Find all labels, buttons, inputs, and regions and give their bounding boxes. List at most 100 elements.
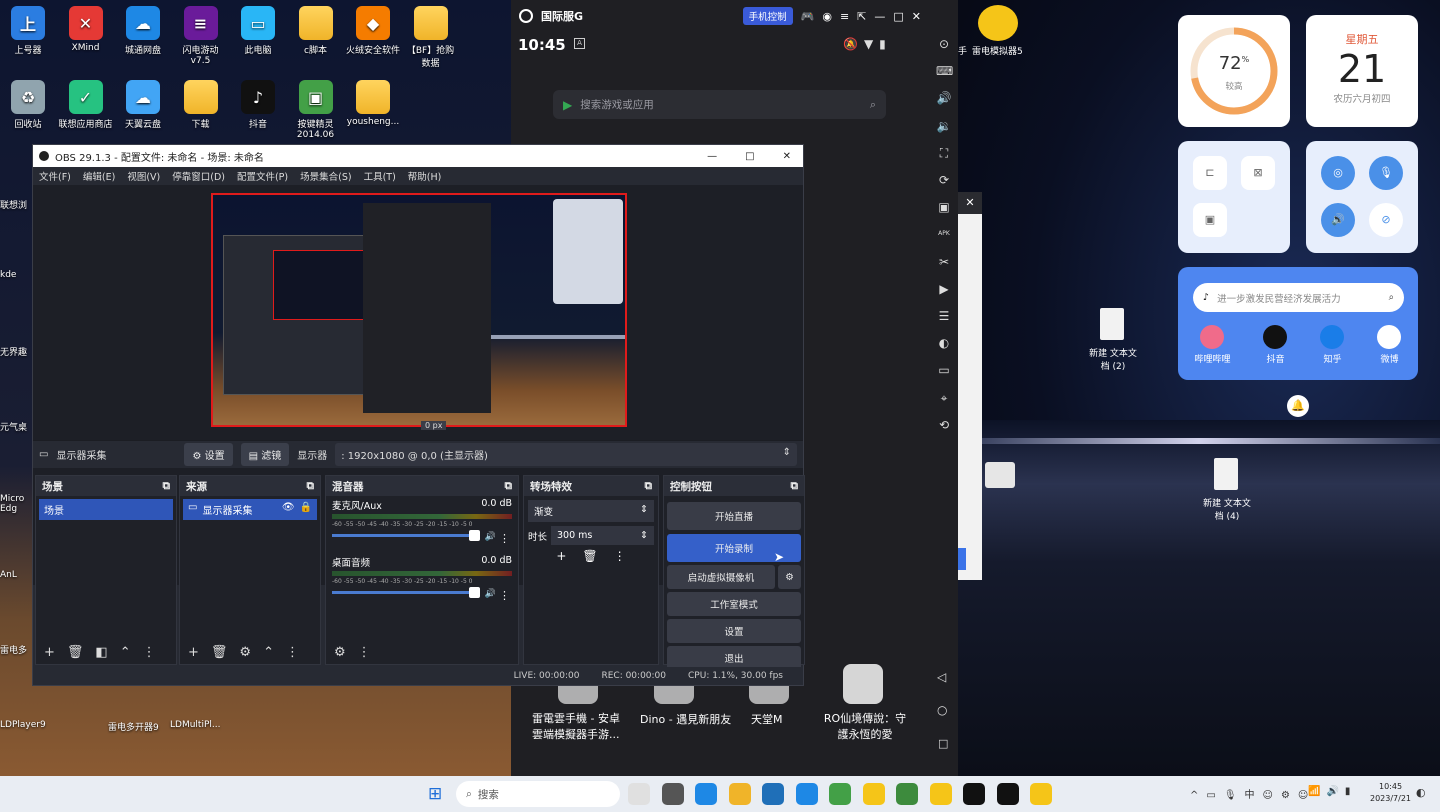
- maximize-icon[interactable]: □: [893, 10, 903, 23]
- apk-icon[interactable]: APK: [936, 226, 952, 242]
- record-icon[interactable]: ⊙: [936, 36, 952, 52]
- ldplayer9-icon[interactable]: [929, 783, 952, 805]
- rotate-icon[interactable]: ⟲: [936, 417, 952, 433]
- desktop-icon[interactable]: 下载: [169, 80, 233, 130]
- volume-down-icon[interactable]: 🔉: [936, 118, 952, 134]
- taskview-icon[interactable]: [628, 783, 650, 805]
- text-file-icon[interactable]: [1100, 308, 1124, 340]
- search-icon[interactable]: ⌕: [870, 98, 876, 112]
- more-icon[interactable]: ⋮: [499, 532, 510, 545]
- notification-icon[interactable]: ◐: [1416, 786, 1426, 799]
- desktop-icon[interactable]: ♪ 抖音: [226, 80, 290, 130]
- desktop-icon-label[interactable]: 无界趣: [0, 345, 27, 358]
- desktop-icon[interactable]: 上上号器: [0, 6, 60, 56]
- source-item[interactable]: ▭ 显示器采集 👁 🔒: [183, 499, 317, 520]
- privacy-eye-icon[interactable]: ⊘: [1369, 203, 1403, 237]
- taskbar-search-input[interactable]: 搜索: [478, 787, 610, 802]
- android-home-icon[interactable]: ○: [937, 703, 947, 717]
- shake-icon[interactable]: ◐: [936, 335, 952, 351]
- dock-float-icon[interactable]: ⧉: [307, 480, 315, 493]
- obs-minimize-icon[interactable]: —: [707, 151, 717, 162]
- more-icon[interactable]: ⋮: [499, 589, 510, 602]
- obs-menu-item[interactable]: 工具(T): [364, 169, 396, 183]
- obs-menu-item[interactable]: 场景集合(S): [300, 169, 351, 183]
- ld-player5-icon[interactable]: [978, 5, 1018, 41]
- side-popup-close-icon[interactable]: ✕: [958, 192, 982, 214]
- hot-search-bar[interactable]: ♪ 进一步激发民营经济发展活力 ⌕: [1193, 283, 1404, 312]
- obs-menu-item[interactable]: 停靠窗口(D): [172, 169, 225, 183]
- delete-icon[interactable]: 🗑: [582, 549, 597, 563]
- screenshot-icon[interactable]: ⊠: [1241, 156, 1275, 190]
- source-filters-button[interactable]: ▤ 滤镜: [240, 443, 290, 466]
- volume-up-icon[interactable]: 🔊: [936, 90, 952, 106]
- android-back-icon[interactable]: ◁: [937, 670, 946, 684]
- more-icon[interactable]: ⋮: [143, 645, 156, 660]
- speaker-icon[interactable]: 🔊: [485, 532, 496, 542]
- crop-icon[interactable]: ⊏: [1193, 156, 1227, 190]
- start-icon[interactable]: ⊞: [428, 784, 442, 804]
- shortcut-douyin[interactable]: 抖音: [1263, 325, 1288, 365]
- ldplayer-icon[interactable]: [862, 783, 885, 805]
- fullscreen-icon[interactable]: ⛶: [936, 145, 952, 161]
- desktop-icon[interactable]: ✓ 联想应用商店: [54, 80, 118, 130]
- dock-float-icon[interactable]: ⧉: [163, 480, 171, 493]
- move-up-icon[interactable]: ⌃: [263, 645, 274, 660]
- desktop-icon-label[interactable]: 雷电多开器9: [108, 720, 159, 733]
- shortcut-weibo[interactable]: 微博: [1377, 325, 1402, 365]
- duration-input[interactable]: 300 ms ⇕: [551, 526, 654, 545]
- speaker-icon[interactable]: 🔊: [485, 589, 496, 599]
- gear-icon[interactable]: ⚙: [239, 645, 251, 660]
- start-virtual-camera-button[interactable]: 启动虚拟摄像机: [667, 565, 775, 589]
- folder-icon[interactable]: ▭: [936, 362, 952, 378]
- obs-menu-item[interactable]: 配置文件(P): [237, 169, 288, 183]
- text-file-icon[interactable]: [1214, 458, 1238, 490]
- douyin-taskbar-icon[interactable]: [996, 783, 1019, 805]
- notification-bell-icon[interactable]: 🔔: [1287, 395, 1309, 417]
- obs-menu-item[interactable]: 编辑(E): [83, 169, 115, 183]
- desktop-icon[interactable]: ☁ 城通网盘: [111, 6, 175, 56]
- settings-button[interactable]: 设置: [667, 619, 801, 643]
- location-icon[interactable]: ⌖: [936, 390, 952, 406]
- desktop-icon[interactable]: c脚本: [284, 6, 348, 56]
- hot-search-input[interactable]: 进一步激发民营经济发展活力: [1217, 291, 1381, 305]
- taskbar-clock[interactable]: 10:45 2023/7/21: [1370, 781, 1411, 805]
- speaker-icon[interactable]: 🔊: [1321, 203, 1355, 237]
- desktop-icon[interactable]: ▭ 此电脑: [226, 6, 290, 56]
- obs-menu-item[interactable]: 视图(V): [127, 169, 160, 183]
- desktop-icon[interactable]: 【BF】抢购 数据: [399, 6, 463, 69]
- desktop-icon-label[interactable]: AnL: [0, 570, 17, 580]
- desktop-icon[interactable]: ≡ 闪电游动 v7.5: [169, 6, 233, 66]
- system-tray-icons[interactable]: ^▭🎙中☺⚙☺: [1190, 786, 1316, 801]
- more-icon[interactable]: ⋮: [614, 549, 626, 563]
- desktop-icon[interactable]: yousheng...: [341, 80, 405, 127]
- sync-icon[interactable]: ⟳: [936, 172, 952, 188]
- add-icon[interactable]: +: [44, 645, 55, 660]
- more-icon[interactable]: ⋮: [286, 645, 299, 660]
- edge-dev-icon[interactable]: [795, 783, 818, 805]
- keyboard-icon[interactable]: ⌨: [936, 63, 953, 79]
- close-icon[interactable]: ✕: [912, 10, 921, 23]
- desktop-icon[interactable]: ♻ 回收站: [0, 80, 60, 130]
- calendar-widget[interactable]: 星期五 21 农历六月初四: [1306, 15, 1418, 127]
- android-search-bar[interactable]: ▶ 搜索游戏或应用 ⌕: [553, 90, 886, 119]
- android-search-input[interactable]: 搜索游戏或应用: [580, 97, 862, 112]
- delete-icon[interactable]: 🗑: [67, 645, 84, 660]
- settings-shortcut-icon[interactable]: [985, 462, 1015, 488]
- explorer-icon[interactable]: [728, 783, 751, 805]
- obs-taskbar-icon[interactable]: [963, 783, 985, 805]
- taskbar-search[interactable]: ⌕ 搜索: [456, 781, 620, 807]
- desktop-icon-label[interactable]: 联想浏: [0, 198, 27, 211]
- volume-slider[interactable]: [332, 530, 480, 541]
- network-volume-battery-icons[interactable]: 📶🔊▮: [1308, 786, 1356, 797]
- record-screen-icon[interactable]: ▣: [1193, 203, 1227, 237]
- obs-maximize-icon[interactable]: □: [745, 151, 754, 162]
- desktop-icon-label[interactable]: LDPlayer9: [0, 720, 46, 730]
- more-icon[interactable]: ⋮: [358, 645, 371, 660]
- store-icon[interactable]: [762, 783, 784, 805]
- account-icon[interactable]: ◉: [822, 10, 832, 23]
- widgets-icon[interactable]: [661, 783, 684, 805]
- obs-menu-item[interactable]: 帮助(H): [408, 169, 442, 183]
- microphone-icon[interactable]: 🎙: [1369, 156, 1403, 190]
- desktop-icon-label[interactable]: LDMultiPl...: [170, 720, 220, 730]
- move-up-icon[interactable]: ⌃: [120, 645, 131, 660]
